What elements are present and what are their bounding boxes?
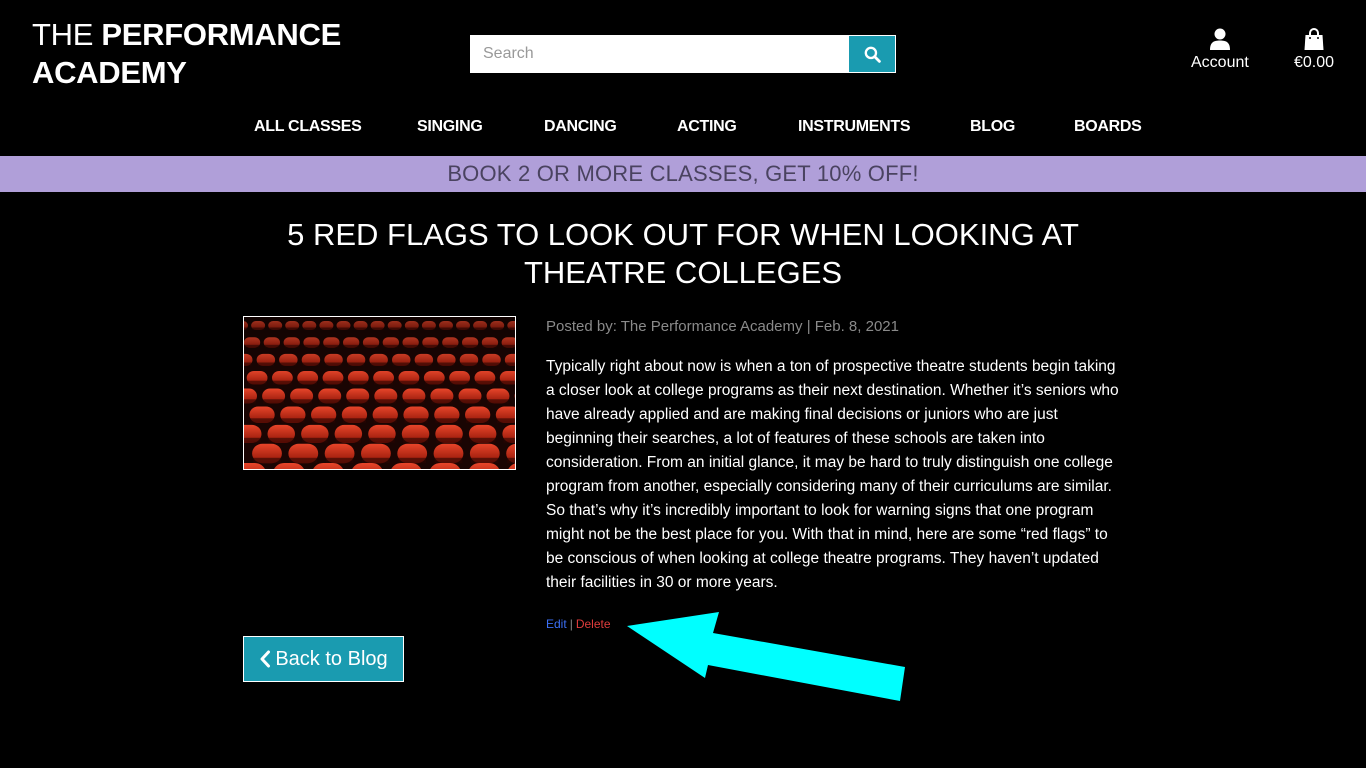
nav-singing[interactable]: SINGING xyxy=(417,118,483,136)
theatre-seats-image xyxy=(244,317,515,469)
action-separator: | xyxy=(569,617,573,631)
back-to-blog-button[interactable]: Back to Blog xyxy=(243,636,404,682)
site-logo[interactable]: THE PERFORMANCE ACADEMY xyxy=(32,16,341,92)
search-icon xyxy=(864,46,881,63)
logo-line-1: THE PERFORMANCE xyxy=(32,17,341,52)
promo-banner: BOOK 2 OR MORE CLASSES, GET 10% OFF! xyxy=(0,156,1366,192)
edit-link[interactable]: Edit xyxy=(546,617,567,631)
post-title: 5 RED FLAGS TO LOOK OUT FOR WHEN LOOKING… xyxy=(287,217,1079,290)
post-admin-actions: Edit | Delete xyxy=(546,617,611,631)
account-label: Account xyxy=(1191,54,1249,71)
nav-instruments[interactable]: INSTRUMENTS xyxy=(798,118,911,136)
account-link[interactable]: Account xyxy=(1191,28,1249,72)
cart-total: €0.00 xyxy=(1294,54,1335,71)
search-form xyxy=(470,35,896,73)
nav-dancing[interactable]: DANCING xyxy=(544,118,617,136)
nav-all-classes[interactable]: ALL CLASSES xyxy=(254,118,362,136)
cart-link[interactable]: €0.00 xyxy=(1294,28,1334,72)
nav-acting[interactable]: ACTING xyxy=(677,118,737,136)
back-to-blog-label: Back to Blog xyxy=(275,647,388,670)
nav-boards[interactable]: BOARDS xyxy=(1074,118,1142,136)
shopping-bag-icon xyxy=(1304,28,1324,50)
post-image xyxy=(243,316,516,470)
search-input[interactable] xyxy=(470,35,848,73)
logo-line-2: ACADEMY xyxy=(32,55,187,90)
post-meta: Posted by: The Performance Academy | Feb… xyxy=(546,318,899,335)
nav-blog[interactable]: BLOG xyxy=(970,118,1015,136)
post-body: Typically right about now is when a ton … xyxy=(546,358,1119,591)
user-icon xyxy=(1209,28,1230,50)
delete-link[interactable]: Delete xyxy=(576,617,611,631)
chevron-left-icon xyxy=(260,650,271,668)
search-button[interactable] xyxy=(848,35,896,73)
